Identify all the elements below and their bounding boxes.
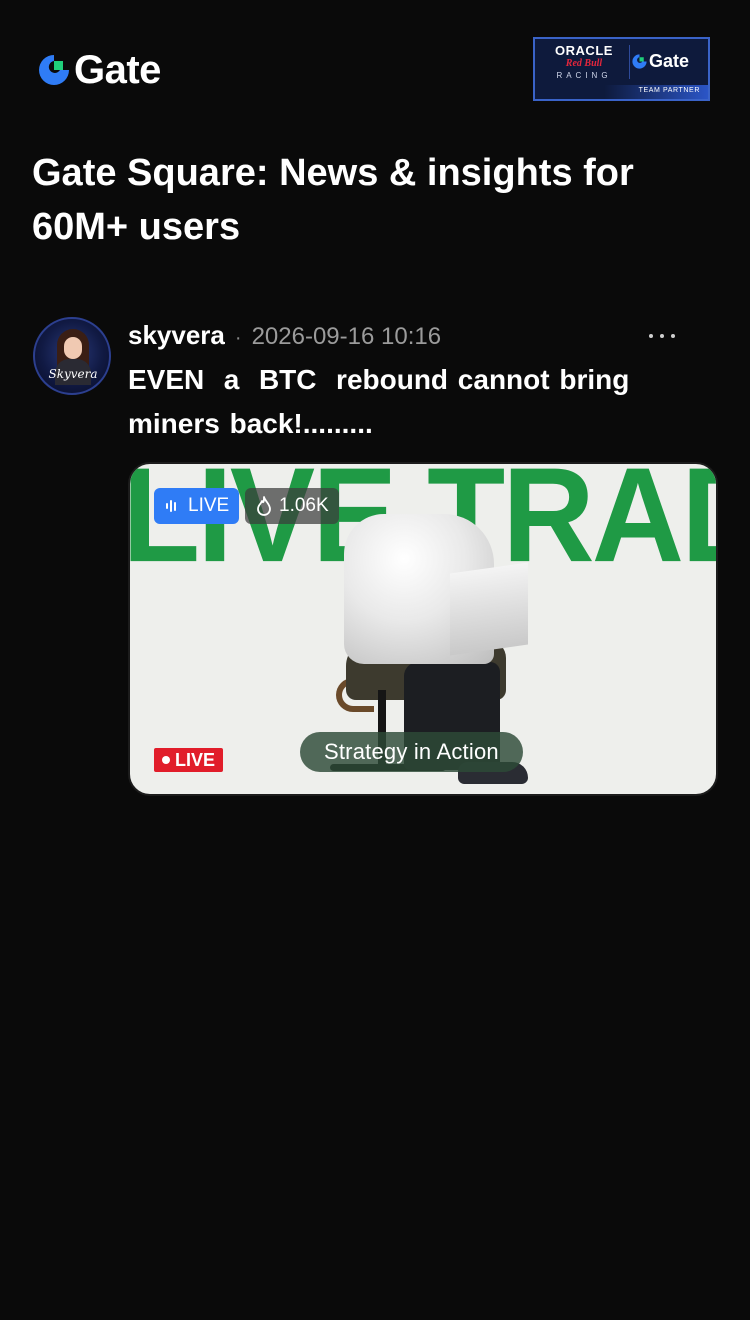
header: Gate ORACLE Red Bull RACING Gate TEAM PA… [0, 0, 750, 130]
live-badge-label: LIVE [188, 495, 230, 516]
corner-live-label: LIVE [175, 749, 216, 770]
partner-divider [629, 45, 630, 79]
views-count: 1.06K [279, 495, 329, 516]
corner-live-badge: LIVE [154, 748, 224, 772]
views-badge: 1.06K [245, 488, 339, 524]
oracle-text: ORACLE [555, 43, 613, 58]
partner-left: ORACLE Red Bull RACING [543, 44, 625, 84]
racing-text: RACING [556, 71, 612, 80]
record-dot-icon [162, 756, 170, 764]
gate-logo-icon [632, 53, 647, 69]
author-name[interactable]: skyvera [128, 320, 225, 351]
post-meta: skyvera · 2026-09-16 10:16 [128, 320, 441, 350]
gate-logo-icon [39, 55, 69, 85]
partner-gate-text: Gate [649, 51, 690, 71]
live-bars-icon [166, 499, 180, 513]
live-stream-card[interactable]: LIVE TRADING LIVE 1.06K Strategy in Acti… [128, 462, 718, 796]
partner-strip: TEAM PARTNER [535, 85, 708, 99]
page-headline: Gate Square: News & insights for 60M+ us… [32, 152, 634, 248]
caption-pill: Strategy in Action [300, 732, 523, 772]
partner-gate: Gate [631, 51, 689, 71]
avatar-signature: Skyvera [48, 367, 98, 381]
post-timestamp: 2026-09-16 10:16 [251, 323, 442, 350]
brand-logo[interactable]: Gate [36, 50, 161, 90]
more-dots-icon [660, 334, 664, 338]
brand-name: Gate [74, 48, 161, 92]
live-badge: LIVE [154, 488, 240, 524]
team-partner-badge[interactable]: ORACLE Red Bull RACING Gate TEAM PARTNER [533, 37, 710, 101]
figure-cloak-fold [450, 562, 528, 656]
fire-icon [257, 496, 271, 516]
avatar-face [64, 337, 82, 359]
team-partner-text: TEAM PARTNER [638, 87, 700, 94]
more-options-button[interactable] [638, 318, 686, 354]
partner-top: ORACLE Red Bull RACING Gate [535, 39, 708, 87]
meta-separator: · [234, 327, 242, 349]
more-dots-icon [671, 334, 675, 338]
redbull-text: Red Bull [565, 58, 603, 69]
caption-text: Strategy in Action [324, 739, 499, 764]
post-text[interactable]: EVEN a BTC rebound cannot bring miners b… [128, 358, 668, 446]
more-dots-icon [649, 334, 653, 338]
avatar[interactable]: Skyvera [33, 317, 111, 395]
